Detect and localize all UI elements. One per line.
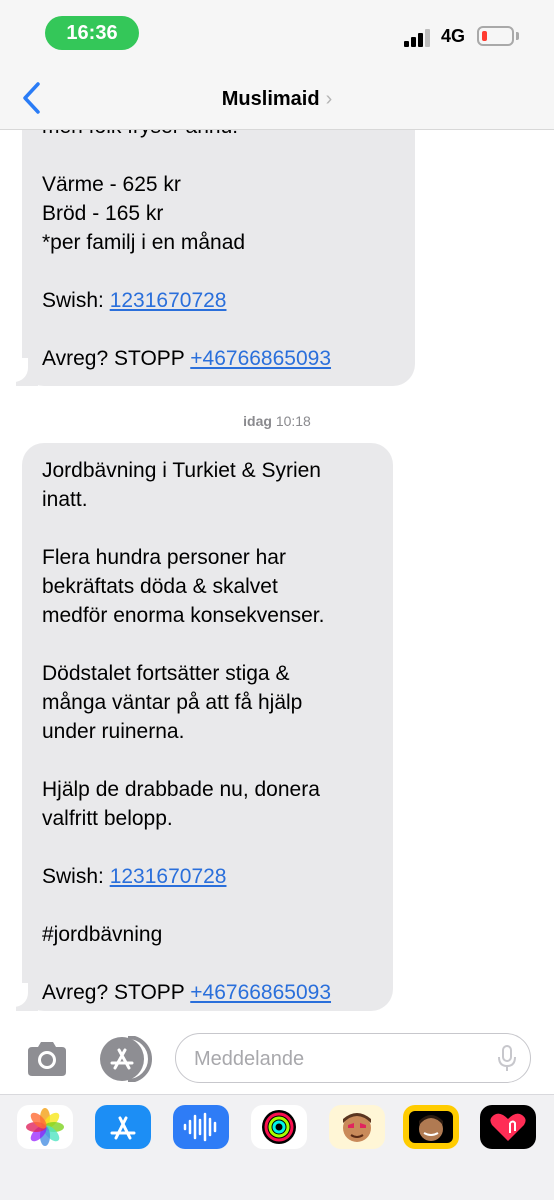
audio-message-app-icon[interactable]	[173, 1105, 229, 1149]
message-line: Värme - 625 kr	[42, 173, 181, 196]
message-line: Dödstalet fortsätter stiga &	[42, 662, 290, 685]
message-line: Avreg? STOPP +46766865093	[42, 344, 395, 373]
message-line: inatt.	[42, 488, 88, 511]
message-line	[42, 315, 395, 344]
battery-tip	[516, 32, 519, 40]
status-bar: 16:36 4G	[0, 0, 554, 62]
message-line-text: Swish:	[42, 289, 110, 312]
message-line	[42, 257, 395, 286]
cellular-signal-icon	[404, 27, 434, 47]
message-line	[42, 949, 373, 978]
message-input[interactable]	[194, 1044, 484, 1074]
message-link[interactable]: 1231670728	[110, 865, 227, 888]
chevron-right-icon: ›	[325, 88, 333, 110]
message-line: valfritt belopp.	[42, 807, 173, 830]
message-line: #jordbävning	[42, 923, 163, 946]
app-store-app-icon[interactable]	[95, 1105, 151, 1149]
message-line: Hjälp de drabbade nu, donera	[42, 778, 320, 801]
status-time[interactable]: 16:36	[45, 16, 139, 50]
message-bubble[interactable]: Jordbävning i Turkiet & Syrien inatt. Fler…	[22, 443, 393, 1011]
message-line: Jordbävning i Turkiet & Syrien	[42, 459, 321, 482]
digital-touch-app-icon[interactable]	[480, 1105, 536, 1149]
message-link[interactable]: 1231670728	[110, 289, 227, 312]
message-line: Flera hundra personer har	[42, 546, 286, 569]
contact-name-button[interactable]: Muslimaid ›	[0, 84, 554, 114]
message-link[interactable]: +46766865093	[190, 347, 331, 370]
imessage-app-drawer	[0, 1094, 554, 1200]
message-line-text: Swish:	[42, 865, 110, 888]
message-line-text: Avreg? STOPP	[42, 981, 191, 1004]
animoji-app-icon[interactable]	[403, 1105, 459, 1149]
timestamp-time: 10:18	[275, 413, 311, 429]
activity-app-icon[interactable]	[251, 1105, 307, 1149]
message-line: under ruinerna.	[42, 720, 185, 743]
message-line	[42, 833, 373, 862]
bubble-tail	[6, 358, 38, 386]
timestamp-day: idag	[243, 413, 272, 429]
message-line: men folk fryser ännu!	[42, 130, 395, 141]
contact-name: Muslimaid	[221, 88, 320, 110]
message-line	[42, 141, 395, 170]
message-thread[interactable]: men folk fryser ännu! Värme - 625 kr Bröd …	[0, 130, 554, 1022]
message-line: *per familj i en månad	[42, 231, 246, 254]
message-line: Avreg? STOPP +46766865093	[42, 978, 373, 1007]
message-link[interactable]: +46766865093	[190, 981, 331, 1004]
message-line-text: Avreg? STOPP	[42, 347, 191, 370]
message-line: medför enorma konsekvenser.	[42, 604, 325, 627]
message-bubble[interactable]: men folk fryser ännu! Värme - 625 kr Bröd …	[22, 130, 415, 386]
message-line: bekräftats döda & skalvet	[42, 575, 278, 598]
app-store-icon[interactable]	[98, 1036, 152, 1082]
bubble-tail	[6, 983, 38, 1011]
message-line	[42, 630, 373, 659]
message-line	[42, 514, 373, 543]
battery-icon	[477, 26, 514, 46]
message-line	[42, 746, 373, 775]
microphone-icon[interactable]	[497, 1045, 517, 1073]
photos-app-icon[interactable]	[17, 1105, 73, 1149]
camera-icon[interactable]	[24, 1036, 70, 1082]
message-timestamp: idag 10:18	[0, 411, 554, 431]
message-line	[42, 891, 373, 920]
message-line: Bröd - 165 kr	[42, 202, 164, 225]
composer-bar	[0, 1022, 554, 1094]
conversation-header: Muslimaid ›	[0, 62, 554, 130]
message-line: Swish: 1231670728	[42, 286, 395, 315]
message-line: många väntar på att få hjälp	[42, 691, 303, 714]
message-field[interactable]	[175, 1033, 531, 1083]
memoji-stickers-app-icon[interactable]	[329, 1105, 385, 1149]
network-type: 4G	[441, 26, 466, 46]
message-line: Swish: 1231670728	[42, 862, 373, 891]
